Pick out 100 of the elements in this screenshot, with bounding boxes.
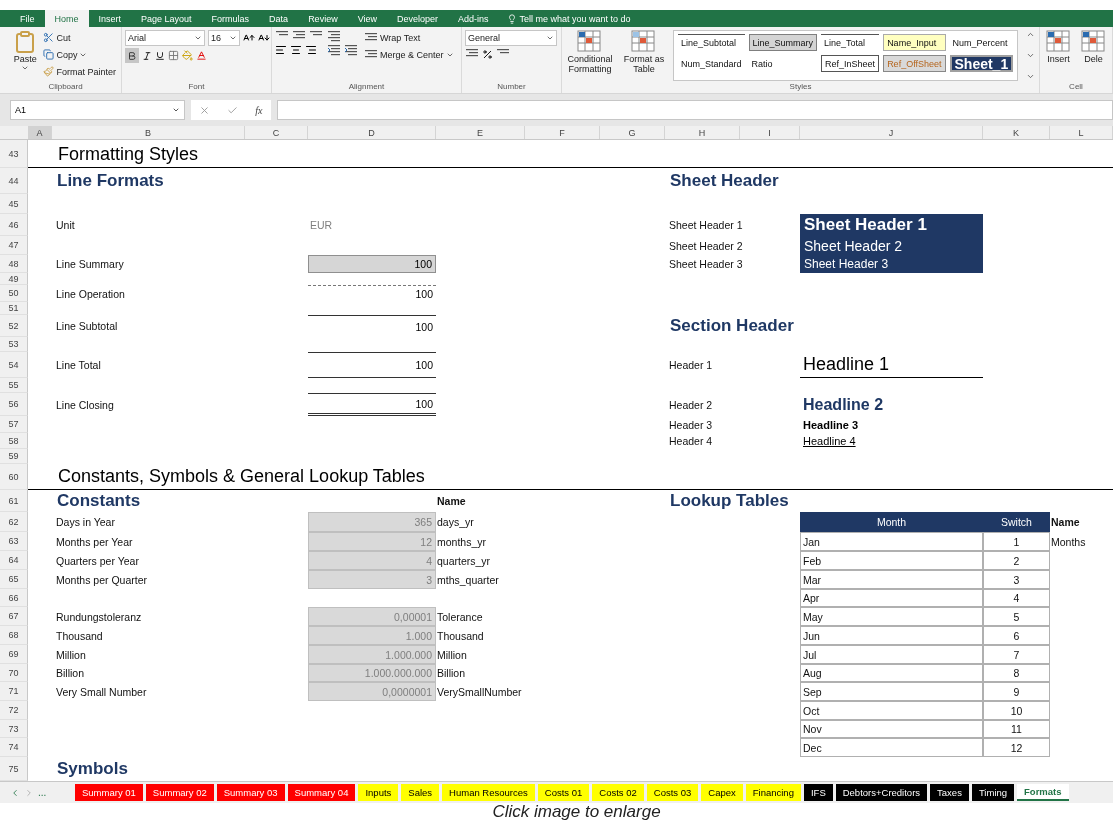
row-header[interactable]: 60 [0, 464, 28, 490]
more-sheets-button[interactable]: ... [38, 787, 47, 798]
row-header[interactable]: 66 [0, 589, 28, 607]
font-size-field[interactable]: 16 [208, 30, 240, 46]
font-name-field[interactable]: Arial [125, 30, 205, 46]
row-header[interactable]: 74 [0, 738, 28, 757]
row-header[interactable]: 56 [0, 393, 28, 416]
sheet-tab[interactable]: Costs 02 [592, 784, 644, 801]
row-header[interactable]: 49 [0, 273, 28, 285]
row-header[interactable]: 43 [0, 140, 28, 168]
column-header[interactable]: H [665, 126, 740, 139]
ribbon-tab[interactable]: Insert [88, 10, 132, 27]
column-header[interactable]: F [525, 126, 600, 139]
ribbon-tab[interactable]: File [10, 10, 45, 27]
row-header[interactable]: 44 [0, 168, 28, 194]
column-header[interactable]: D [308, 126, 436, 139]
row-header[interactable]: 53 [0, 337, 28, 352]
format-as-table-button[interactable]: Format as Table [619, 30, 669, 81]
sheet-tab[interactable]: Capex [701, 784, 743, 801]
cell-style[interactable]: Line_Total [821, 34, 880, 51]
ribbon-tab[interactable]: Formulas [201, 10, 260, 27]
column-header[interactable]: K [983, 126, 1050, 139]
insert-button[interactable]: Insert [1043, 30, 1074, 81]
row-label: Sheet Header 1 [668, 218, 744, 233]
conditional-formatting-button[interactable]: Conditional Formatting [565, 30, 615, 81]
row-header[interactable]: 48 [0, 255, 28, 273]
ribbon-tab[interactable]: Developer [387, 10, 449, 27]
sheet-tab[interactable]: Costs 01 [537, 784, 590, 801]
sheet-tab[interactable]: Sales [401, 784, 440, 801]
sheet-tab[interactable]: Timing [971, 784, 1015, 801]
column-header[interactable]: B [52, 126, 245, 139]
name-box[interactable]: A1 [10, 100, 185, 120]
row-header[interactable]: 67 [0, 607, 28, 626]
ribbon-tab[interactable]: View [347, 10, 387, 27]
row-header[interactable]: 47 [0, 236, 28, 255]
number-format-field[interactable]: General [465, 30, 557, 46]
wrap-text-button[interactable]: Wrap Text [362, 30, 456, 45]
row-header[interactable]: 61 [0, 490, 28, 512]
cell-style[interactable]: Sheet_1 [949, 55, 1014, 72]
sheet-tab[interactable]: IFS [803, 784, 833, 801]
row-header[interactable]: 50 [0, 285, 28, 302]
line-value: 100 [308, 352, 436, 378]
sheet-tab[interactable]: Taxes [930, 784, 969, 801]
sheet-tab[interactable]: Human Resources [442, 784, 535, 801]
ribbon-tab[interactable]: Add-ins [448, 10, 499, 27]
row-header[interactable]: 69 [0, 645, 28, 664]
row-header[interactable]: 70 [0, 664, 28, 682]
sheet-tab[interactable]: Costs 03 [646, 784, 699, 801]
sheet-tab[interactable]: Summary 01 [75, 784, 143, 801]
cut-button[interactable]: Cut [41, 30, 118, 45]
row-header[interactable]: 64 [0, 551, 28, 570]
format-painter-button[interactable]: Format Painter [41, 64, 118, 79]
row-header[interactable]: 51 [0, 302, 28, 315]
cell-style[interactable]: Num_Standard [678, 55, 745, 72]
sheet-tab[interactable]: Inputs [358, 784, 399, 801]
row-header[interactable]: 58 [0, 433, 28, 449]
cell-style[interactable]: Ref_InSheet [821, 55, 880, 72]
column-header[interactable]: E [436, 126, 525, 139]
paste-button[interactable]: Paste [13, 30, 38, 81]
row-header[interactable]: 52 [0, 315, 28, 337]
cell-style[interactable]: Line_Summary [748, 34, 818, 51]
column-header[interactable]: J [800, 126, 983, 139]
ribbon-tab[interactable]: Home [44, 10, 89, 27]
row-header[interactable]: 59 [0, 449, 28, 464]
sheet-tab[interactable]: Summary 02 [145, 784, 214, 801]
row-header[interactable]: 63 [0, 532, 28, 551]
column-header[interactable]: A [28, 126, 52, 139]
row-header[interactable]: 45 [0, 194, 28, 214]
row-header[interactable]: 46 [0, 214, 28, 236]
row-header[interactable]: 54 [0, 352, 28, 378]
tell-me-search[interactable]: Tell me what you want to do [498, 10, 631, 27]
ribbon-tab[interactable]: Data [259, 10, 299, 27]
merge-center-button[interactable]: Merge & Center [362, 47, 456, 62]
column-header[interactable]: C [245, 126, 308, 139]
ribbon-tab[interactable]: Review [298, 10, 348, 27]
insert-function-button[interactable]: fx [255, 104, 263, 116]
row-header[interactable]: 71 [0, 682, 28, 701]
row-header[interactable]: 68 [0, 626, 28, 645]
row-header[interactable]: 73 [0, 720, 28, 738]
column-header[interactable]: I [740, 126, 800, 139]
sheet-tab[interactable]: Formats [1017, 784, 1069, 801]
row-header[interactable]: 55 [0, 378, 28, 393]
row-header[interactable]: 62 [0, 512, 28, 532]
ribbon-tab[interactable]: Page Layout [131, 10, 202, 27]
delete-button[interactable]: Dele [1078, 30, 1109, 81]
cell-style[interactable]: Name_Input [883, 34, 946, 51]
sheet-tab[interactable]: Financing [745, 784, 801, 801]
column-header[interactable]: G [600, 126, 665, 139]
column-header[interactable]: L [1050, 126, 1113, 139]
cell-style[interactable]: Ratio [748, 55, 818, 72]
row-header[interactable]: 57 [0, 416, 28, 433]
sheet-tab[interactable]: Debtors+Creditors [835, 784, 928, 801]
row-header[interactable]: 72 [0, 701, 28, 720]
sheet-tab[interactable]: Summary 03 [216, 784, 285, 801]
sheet-tab[interactable]: Summary 04 [287, 784, 356, 801]
cell-style[interactable]: Num_Percent [949, 34, 1014, 51]
row-header[interactable]: 75 [0, 757, 28, 781]
row-header[interactable]: 65 [0, 570, 28, 589]
cell-style[interactable]: Line_Subtotal [678, 34, 745, 51]
copy-button[interactable]: Copy [41, 47, 118, 62]
